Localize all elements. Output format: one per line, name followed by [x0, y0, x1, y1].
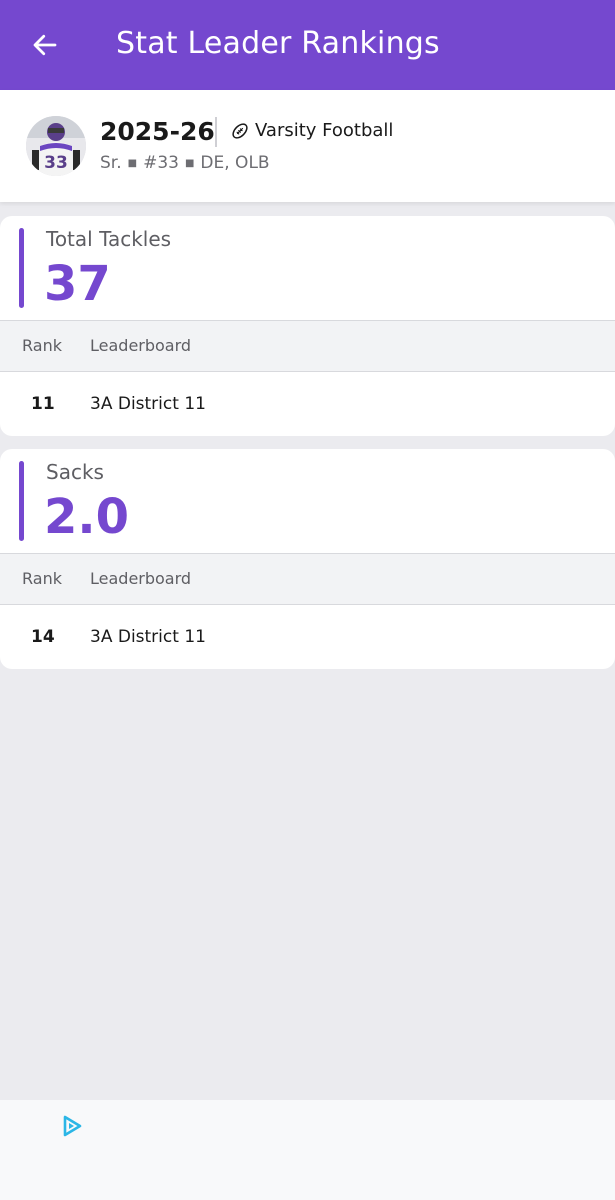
sport-label-group: Varsity Football — [230, 120, 393, 141]
stat-value: 2.0 — [44, 489, 130, 545]
player-profile-header: 33 2025-26 Varsity Football Sr. ■ #33 ■ DE, … — [0, 90, 615, 202]
football-icon — [232, 122, 248, 139]
separator-dot: ■ — [184, 158, 195, 169]
leaderboard-name: 3A District 11 — [90, 394, 206, 414]
player-number: #33 — [143, 153, 179, 173]
stat-card-total-tackles: Total Tackles 37 Rank Leaderboard 11 3A … — [0, 216, 615, 436]
separator-dot: ■ — [127, 158, 138, 169]
player-photo: 33 — [26, 116, 86, 176]
stat-accent-bar — [19, 461, 24, 541]
table-header: Rank Leaderboard — [0, 320, 615, 372]
stat-title: Total Tackles — [46, 227, 172, 251]
column-header-leaderboard: Leaderboard — [90, 569, 192, 588]
header-divider — [215, 117, 217, 147]
stat-card-sacks: Sacks 2.0 Rank Leaderboard 14 3A Distric… — [0, 449, 615, 669]
back-button[interactable] — [28, 28, 62, 62]
column-header-leaderboard: Leaderboard — [90, 336, 192, 355]
table-row[interactable]: 14 3A District 11 — [0, 605, 615, 669]
ad-banner[interactable] — [0, 1100, 615, 1200]
page-title: Stat Leader Rankings — [116, 26, 440, 61]
table-header: Rank Leaderboard — [0, 553, 615, 605]
player-positions: DE, OLB — [200, 153, 270, 173]
arrow-left-icon — [33, 34, 57, 56]
avatar[interactable]: 33 — [26, 116, 86, 176]
rank-value: 11 — [31, 394, 55, 414]
sport-label: Varsity Football — [255, 120, 394, 141]
class-year: Sr. — [100, 153, 122, 173]
stat-header: Sacks 2.0 — [0, 449, 615, 553]
stat-accent-bar — [19, 228, 24, 308]
app-bar: Stat Leader Rankings — [0, 0, 615, 90]
column-header-rank: Rank — [22, 569, 62, 588]
jersey-number: 33 — [44, 153, 68, 173]
table-row[interactable]: 11 3A District 11 — [0, 372, 615, 436]
stat-value: 37 — [44, 256, 111, 312]
ad-choices-icon[interactable] — [60, 1114, 84, 1138]
rank-value: 14 — [31, 627, 55, 647]
column-header-rank: Rank — [22, 336, 62, 355]
player-meta: Sr. ■ #33 ■ DE, OLB — [100, 153, 270, 173]
stat-header: Total Tackles 37 — [0, 216, 615, 320]
stat-title: Sacks — [46, 460, 104, 484]
season-label: 2025-26 — [100, 117, 215, 146]
leaderboard-name: 3A District 11 — [90, 627, 206, 647]
